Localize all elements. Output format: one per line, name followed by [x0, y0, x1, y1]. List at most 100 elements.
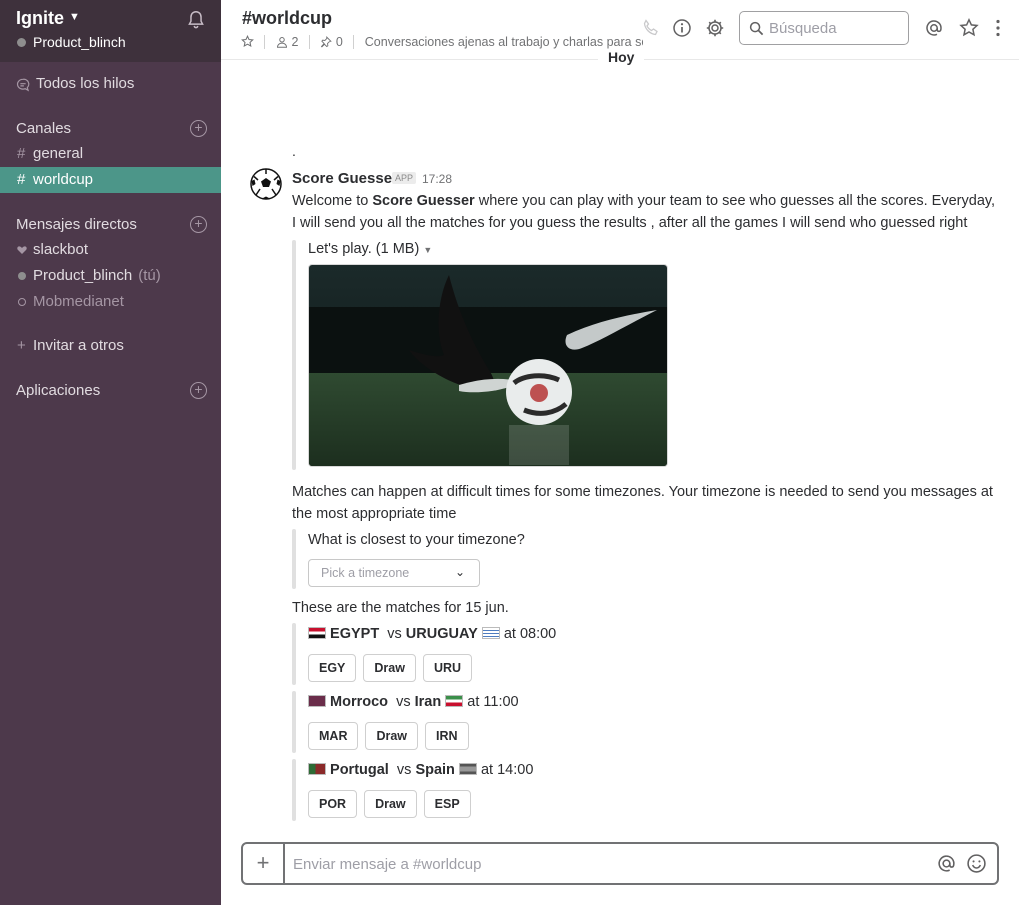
sidebar-item-general[interactable]: # general — [0, 141, 221, 167]
sidebar-item-label: Mobmedianet — [33, 293, 124, 310]
pins-count[interactable]: 0 — [336, 35, 343, 49]
sidebar-item-label: Todos los hilos — [36, 75, 135, 92]
match-time: at 08:00 — [503, 626, 557, 642]
channel-title[interactable]: #worldcup — [242, 8, 332, 29]
add-dm-icon[interactable]: + — [190, 216, 207, 233]
members-icon[interactable] — [276, 36, 288, 48]
add-channel-icon[interactable]: + — [190, 120, 207, 137]
members-count[interactable]: 2 — [291, 35, 298, 49]
threads-icon — [16, 78, 30, 92]
message-timestamp[interactable]: 17:28 — [422, 172, 452, 186]
attachment-bar — [292, 240, 296, 470]
sidebar-item-label: slackbot — [33, 241, 89, 258]
chevron-down-icon[interactable]: ▼ — [69, 11, 80, 23]
apps-section-title[interactable]: Aplicaciones — [16, 382, 100, 399]
info-icon[interactable] — [672, 18, 692, 38]
mar-vote-button[interactable]: MAR — [308, 722, 359, 750]
invite-label: Invitar a otros — [33, 337, 124, 354]
heart-icon — [17, 246, 27, 254]
egypt-flag-icon — [308, 627, 326, 639]
message-list: . Score Guesser APP 17:28 Welcome to Sco… — [221, 60, 1019, 830]
caret-down-icon[interactable]: ▼ — [423, 245, 432, 255]
draw-vote-button[interactable]: Draw — [365, 722, 419, 750]
presence-icon — [17, 38, 26, 47]
draw-vote-button[interactable]: Draw — [363, 654, 416, 682]
soccer-ball-avatar[interactable] — [248, 168, 284, 204]
sidebar-item-label: Product_blinch — [33, 267, 133, 284]
sidebar-item-mobmedianet[interactable]: Mobmedianet — [0, 289, 221, 315]
match-2-buttons: MAR Draw IRN — [308, 722, 476, 750]
sidebar: Ignite ▼ Product_blinch Todos los hilos … — [0, 0, 221, 905]
vs-label: vs — [396, 762, 412, 778]
self-indicator: (tú) — [138, 267, 161, 284]
sidebar-item-label: worldcup — [33, 171, 94, 188]
uruguay-flag-icon — [481, 627, 500, 639]
match-time: at 14:00 — [480, 762, 534, 778]
match-3-line: Portugal vs Spain at 14:00 — [308, 762, 533, 778]
team-header[interactable]: Ignite ▼ Product_blinch — [0, 0, 221, 62]
away-team: Spain — [415, 762, 455, 778]
attachment-title-text: Let's play. (1 MB) — [308, 241, 420, 257]
emoji-icon[interactable] — [966, 853, 987, 874]
mention-icon[interactable] — [936, 853, 957, 874]
channel-meta: 2 0 Conversaciones ajenas al trabajo y c… — [241, 34, 643, 49]
uru-vote-button[interactable]: URU — [422, 654, 473, 682]
attachment-bar — [292, 691, 296, 753]
match-time: at 11:00 — [467, 694, 519, 710]
sidebar-item-all-threads[interactable]: Todos los hilos — [0, 71, 221, 97]
irn-vote-button[interactable]: IRN — [425, 722, 469, 750]
sender-name[interactable]: Score Guesser — [292, 170, 398, 187]
portugal-flag-icon — [308, 763, 326, 775]
attach-plus-button[interactable]: + — [243, 844, 285, 883]
timezone-text: Matches can happen at difficult times fo… — [292, 484, 993, 522]
away-team: Iran — [414, 694, 442, 710]
invite-others-link[interactable]: + Invitar a otros — [0, 333, 221, 359]
dm-section-title[interactable]: Mensajes directos — [16, 216, 137, 233]
match-1-line: EGYPT vs URUGUAY at 08:00 — [308, 626, 556, 642]
timezone-placeholder: Pick a timezone — [321, 566, 410, 580]
por-vote-button[interactable]: POR — [308, 790, 358, 818]
hash-icon: # — [17, 171, 26, 188]
search-box[interactable] — [739, 11, 909, 45]
sidebar-item-label-wrap: Product_blinch (tú) — [33, 267, 161, 284]
gear-icon[interactable] — [705, 18, 725, 38]
attachment-title[interactable]: Let's play. (1 MB) ▼ — [308, 241, 432, 257]
current-user-name: Product_blinch — [33, 34, 126, 50]
plus-icon: + — [17, 337, 26, 354]
team-name[interactable]: Ignite — [16, 8, 64, 29]
add-app-icon[interactable]: + — [190, 382, 207, 399]
esp-vote-button[interactable]: ESP — [423, 790, 471, 818]
more-options-icon[interactable] — [988, 18, 1008, 38]
message-input[interactable] — [293, 854, 923, 874]
phone-icon[interactable] — [641, 18, 661, 38]
message-intro: Welcome to Score Guesser where you can p… — [292, 190, 1002, 234]
slack-app: Ignite ▼ Product_blinch Todos los hilos … — [0, 0, 1019, 905]
spain-flag-icon — [458, 763, 477, 775]
soccer-image-art — [309, 265, 667, 466]
vs-label: vs — [387, 626, 402, 642]
vs-label: vs — [396, 694, 411, 710]
timezone-question: What is closest to your timezone? — [308, 532, 525, 548]
divider — [308, 34, 310, 49]
match-3-buttons: POR Draw ESP — [308, 790, 478, 818]
egy-vote-button[interactable]: EGY — [308, 654, 357, 682]
match-1-buttons: EGY Draw URU — [308, 654, 479, 682]
sidebar-item-slackbot[interactable]: slackbot — [0, 237, 221, 263]
bell-icon[interactable] — [185, 9, 207, 31]
mention-icon[interactable] — [924, 18, 944, 38]
starred-items-icon[interactable] — [959, 18, 979, 38]
attachment-bar — [292, 623, 296, 685]
search-input[interactable] — [769, 19, 901, 37]
iran-flag-icon — [445, 695, 464, 707]
sidebar-item-product-blinch[interactable]: Product_blinch (tú) — [0, 263, 221, 289]
channel-topic[interactable]: Conversaciones ajenas al trabajo y charl… — [365, 35, 643, 49]
sidebar-item-worldcup[interactable]: # worldcup — [0, 167, 221, 193]
pin-icon[interactable] — [320, 35, 333, 48]
star-icon[interactable] — [241, 35, 254, 48]
message-composer: + — [241, 842, 999, 885]
draw-vote-button[interactable]: Draw — [364, 790, 417, 818]
soccer-gif-image[interactable] — [308, 264, 668, 467]
presence-icon — [18, 272, 26, 280]
channels-section-title[interactable]: Canales — [16, 120, 71, 137]
timezone-select[interactable]: Pick a timezone ⌄ — [308, 559, 480, 587]
